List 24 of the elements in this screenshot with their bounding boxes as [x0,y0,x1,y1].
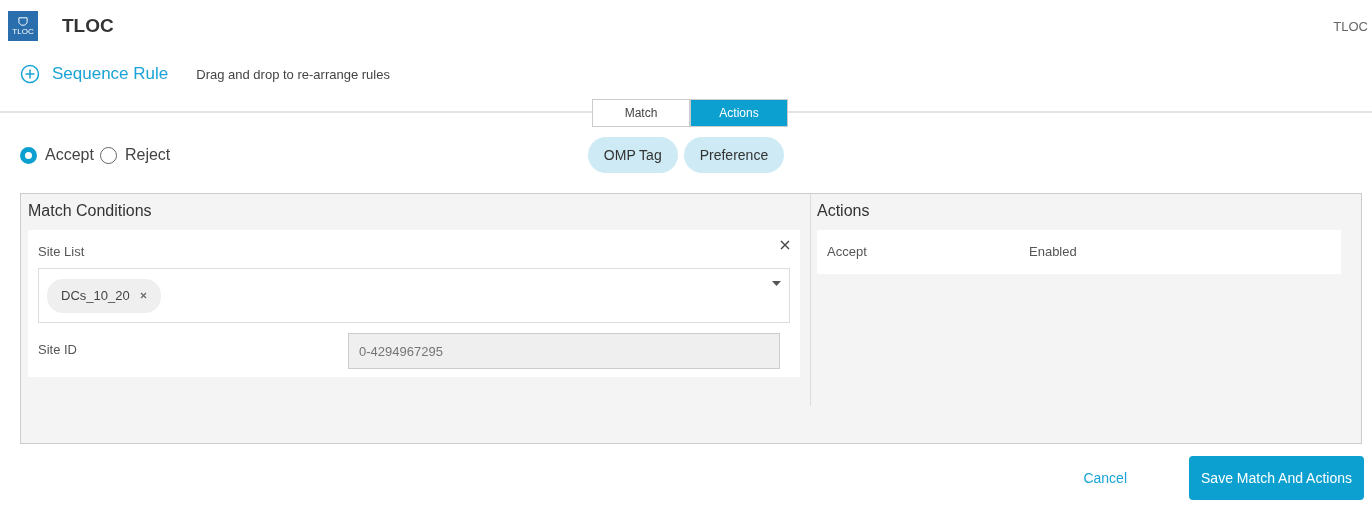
action-value: Enabled [1029,244,1078,259]
tab[interactable]: Match [592,99,690,127]
drag-hint: Drag and drop to re-arrange rules [196,66,390,82]
site-list-select[interactable]: DCs_10_20 [38,268,790,323]
breadcrumb: TLOC [1333,18,1368,34]
remove-tag-icon[interactable] [139,292,147,299]
logo-label: TLOC [12,27,34,36]
radio-icon[interactable] [99,146,117,164]
plus-circle-icon [20,64,40,84]
field-label: Site ID [38,342,77,357]
tag-label: DCs_10_20 [61,288,130,303]
action-chip[interactable]: Preference [683,137,785,173]
radio-option[interactable]: Reject [99,146,171,164]
action-chip[interactable]: OMP Tag [587,137,678,173]
field-label: Site List [38,244,85,259]
page-title: TLOC [62,15,114,37]
section-title: Actions [817,202,871,220]
site-id-field[interactable]: 0-4294967295 [348,333,780,369]
radio-icon[interactable] [20,146,37,164]
radio-option[interactable]: Accept [20,146,94,164]
section-title: Match Conditions [28,202,153,220]
dropdown-caret-icon [772,281,781,286]
action-name: Accept [827,244,868,259]
close-icon[interactable] [780,240,790,250]
